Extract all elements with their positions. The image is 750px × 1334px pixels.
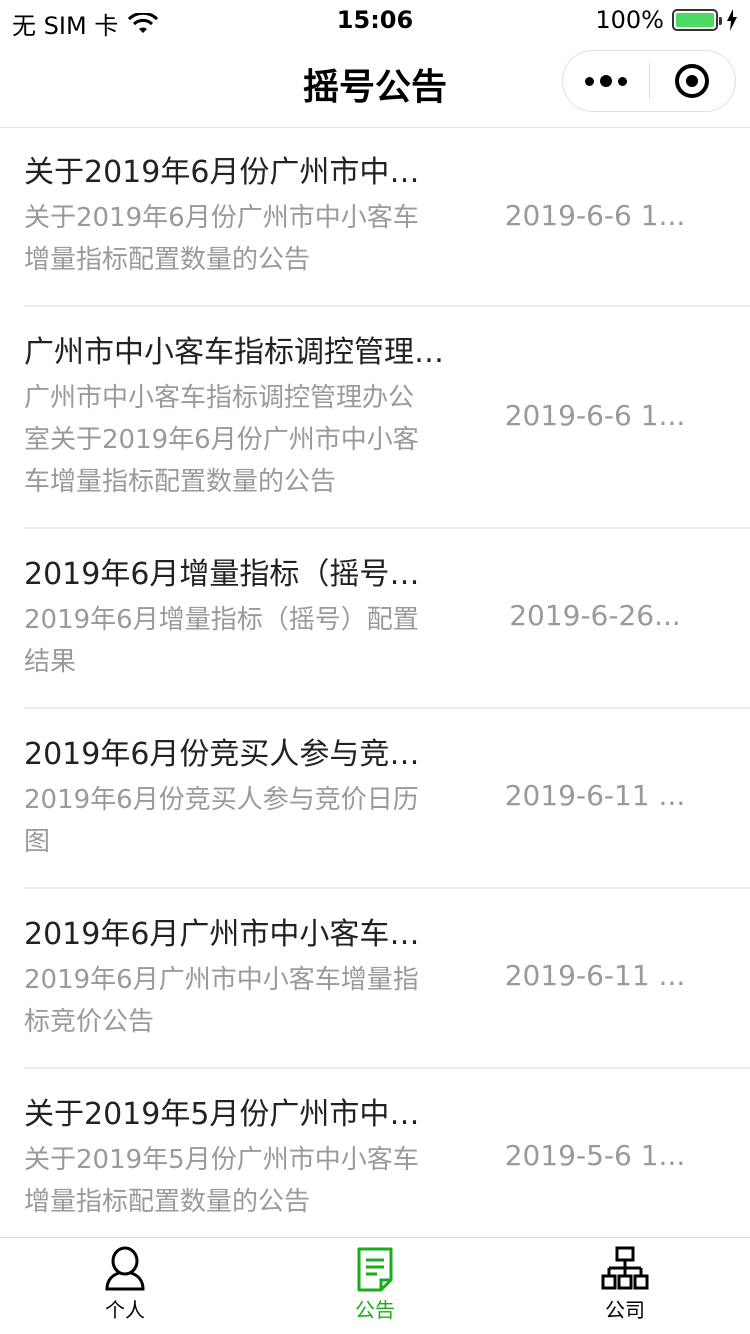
battery-fill — [676, 13, 714, 27]
target-circle-icon[interactable] — [650, 51, 736, 111]
list-item-texts: 关于2019年5月份广州市中小客车增量指标配置数量的公告关于2019年5月份广州… — [24, 1095, 444, 1223]
summary-line: 车增量指标配置数量的公告 — [24, 467, 337, 497]
battery-icon — [672, 9, 722, 31]
list-item-texts: 2019年6月广州市中小客车增量指标竞价公告2019年6月广州市中小客车增量指标… — [24, 915, 444, 1043]
list-divider — [24, 527, 750, 529]
announcement-summary: 广州市中小客车指标调控管理办公 室关于2019年6月份广州市中小客 车增量指标配置数… — [24, 377, 444, 503]
list-item-texts: 关于2019年6月份广州市中小客车增量指标配置数量的公告关于2019年6月份广州… — [24, 153, 444, 281]
announcement-title: 2019年6月广州市中小客车增量指标竞价公告 — [24, 917, 444, 952]
document-icon — [357, 1247, 393, 1292]
tab-bar: 个人 公告 公司 — [0, 1237, 750, 1334]
list-divider — [24, 305, 750, 307]
tab-personal[interactable]: 个人 — [0, 1238, 250, 1334]
org-chart-icon — [601, 1246, 649, 1290]
announcement-summary: 2019年6月份竞买人参与竞价日历图 — [24, 779, 444, 863]
announcement-summary: 关于2019年6月份广州市中小客车 增量指标配置数量的公告 — [24, 197, 444, 281]
announcement-title: 广州市中小客车指标调控管理办公室关于2019年6月份广州市中小客车增量指标配置数… — [24, 335, 444, 370]
list-divider — [24, 887, 750, 889]
list-item-texts: 2019年6月增量指标（摇号）配置结果2019年6月增量指标（摇号）配置结果 — [24, 555, 444, 683]
announcement-date: 2019-6-11 ... — [504, 959, 686, 992]
announcement-list: 关于2019年6月份广州市中小客车增量指标配置数量的公告关于2019年6月份广州… — [0, 129, 750, 1237]
mini-program-capsule — [562, 50, 736, 112]
announcement-summary: 2019年6月广州市中小客车增量指 标竞价公告 — [24, 959, 444, 1043]
announcement-date: 2019-6-11 ... — [504, 779, 686, 812]
charging-bolt-icon — [727, 9, 737, 31]
summary-line: 增量指标配置数量的公告 — [24, 1187, 311, 1217]
battery-percent: 100% — [595, 6, 664, 34]
announcement-date: 2019-6-6 1... — [504, 199, 686, 232]
summary-line: 室关于2019年6月份广州市中小客 — [24, 425, 419, 455]
summary-line: 2019年6月广州市中小客车增量指 — [24, 965, 419, 995]
tab-company[interactable]: 公司 — [500, 1238, 750, 1334]
summary-line: 图 — [24, 827, 51, 857]
announcement-title: 关于2019年5月份广州市中小客车增量指标配置数量的公告 — [24, 1097, 444, 1132]
summary-line: 标竞价公告 — [24, 1007, 155, 1037]
summary-line: 2019年6月增量指标（摇号）配置 — [24, 605, 419, 635]
status-right: 100% — [595, 6, 738, 34]
announcement-date: 2019-6-6 1... — [504, 399, 686, 432]
tab-label-announcements: 公告 — [355, 1298, 395, 1322]
summary-line: 增量指标配置数量的公告 — [24, 245, 311, 275]
list-divider — [24, 1067, 750, 1069]
announcement-summary: 2019年6月增量指标（摇号）配置 结果 — [24, 599, 444, 683]
tab-announcements[interactable]: 公告 — [250, 1238, 500, 1334]
summary-line: 关于2019年6月份广州市中小客车 — [24, 203, 419, 233]
person-icon — [105, 1246, 145, 1291]
tab-label-personal: 个人 — [105, 1298, 145, 1322]
list-divider — [24, 707, 750, 709]
announcement-title: 2019年6月份竞买人参与竞价日历图 — [24, 737, 444, 772]
list-item-texts: 广州市中小客车指标调控管理办公室关于2019年6月份广州市中小客车增量指标配置数… — [24, 333, 444, 503]
list-item-texts: 2019年6月份竞买人参与竞价日历图2019年6月份竞买人参与竞价日历图 — [24, 735, 444, 863]
status-bar: 无 SIM 卡 15:06 100% — [0, 0, 750, 40]
announcement-date: 2019-6-26... — [509, 599, 681, 632]
summary-line: 结果 — [24, 647, 77, 677]
nav-bar: 摇号公告 — [0, 40, 750, 128]
tab-label-company: 公司 — [605, 1298, 645, 1322]
announcement-title: 2019年6月增量指标（摇号）配置结果 — [24, 557, 444, 592]
more-dots-icon[interactable] — [563, 51, 649, 111]
announcement-title: 关于2019年6月份广州市中小客车增量指标配置数量的公告 — [24, 155, 444, 190]
announcement-date: 2019-5-6 1... — [504, 1139, 686, 1172]
summary-line: 关于2019年5月份广州市中小客车 — [24, 1145, 419, 1175]
summary-line: 广州市中小客车指标调控管理办公 — [24, 383, 415, 413]
summary-line: 2019年6月份竞买人参与竞价日历 — [24, 785, 419, 815]
announcement-summary: 关于2019年5月份广州市中小客车 增量指标配置数量的公告 — [24, 1139, 444, 1223]
